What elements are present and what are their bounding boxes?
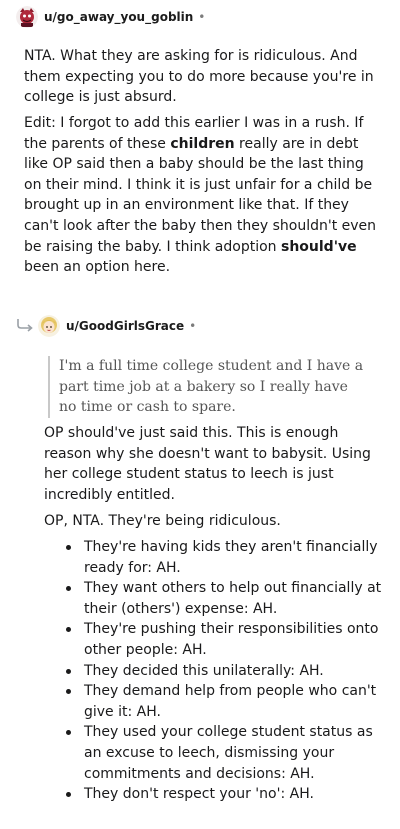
list-item: They want others to help out financially… xyxy=(64,578,384,619)
bold-text: should've xyxy=(280,238,357,255)
text-span: really are in debt like OP said then a b… xyxy=(24,135,377,255)
list-item: They don't respect your 'no': AH. xyxy=(64,784,384,805)
list-item: They're having kids they aren't financia… xyxy=(64,537,384,578)
text-span: been an option here. xyxy=(24,259,171,276)
separator-dot: • xyxy=(189,319,197,333)
goblin-avatar-icon xyxy=(16,6,38,28)
username[interactable]: u/go_away_you_goblin xyxy=(44,10,193,24)
comment-header: u/GoodGirlsGrace • xyxy=(38,315,196,337)
user-avatar[interactable] xyxy=(16,6,38,28)
comment-body-paragraph: OP, NTA. They're being ridiculous. xyxy=(44,513,281,529)
bold-text: children xyxy=(170,135,235,152)
comment-edit-paragraph: Edit: I forgot to add this earlier I was… xyxy=(24,113,384,278)
reply-arrow-icon xyxy=(17,319,33,332)
blockquote: I'm a full time college student and I ha… xyxy=(48,356,369,418)
comment-body-paragraph: NTA. What they are asking for is ridicul… xyxy=(24,48,374,106)
blonde-girl-avatar-icon xyxy=(38,315,60,337)
list-item: They used your college student status as… xyxy=(64,722,384,784)
separator-dot: • xyxy=(198,10,206,24)
list-item: They demand help from people who can't g… xyxy=(64,681,384,722)
username[interactable]: u/GoodGirlsGrace xyxy=(66,319,184,333)
user-avatar[interactable] xyxy=(38,315,60,337)
comment-header: u/go_away_you_goblin • xyxy=(16,6,205,28)
list-item: They decided this unilaterally: AH. xyxy=(64,661,384,682)
bullet-list: They're having kids they aren't financia… xyxy=(64,537,384,805)
comment-body-paragraph: OP should've just said this. This is eno… xyxy=(44,425,371,503)
list-item: They're pushing their responsibilities o… xyxy=(64,619,384,660)
